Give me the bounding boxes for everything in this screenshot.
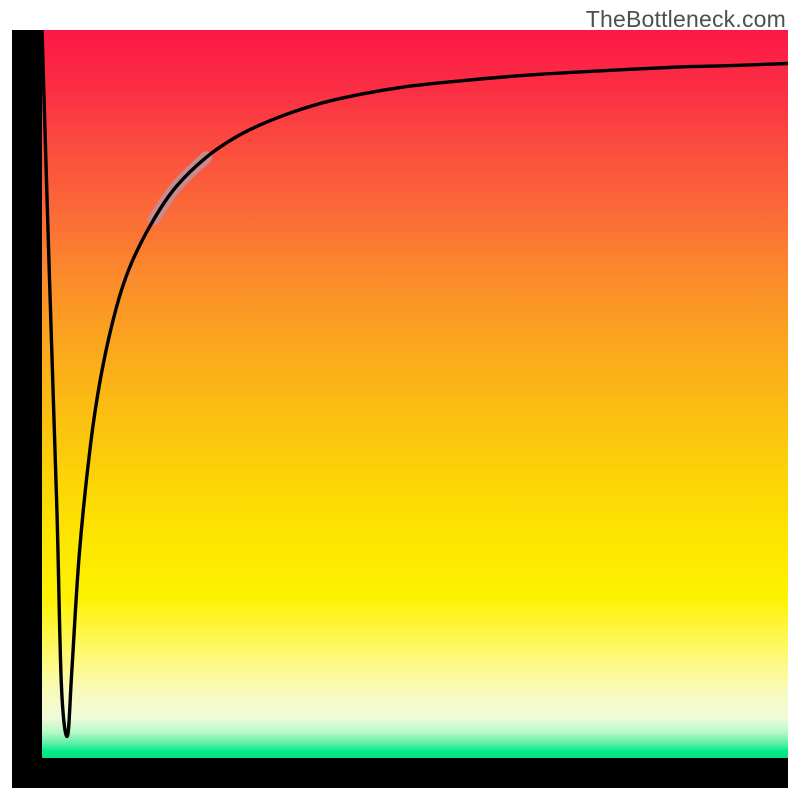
watermark-text: TheBottleneck.com <box>586 6 786 33</box>
highlight-segment <box>154 157 206 219</box>
plot-area <box>42 30 788 758</box>
curve-layer <box>42 30 788 758</box>
chart-container: TheBottleneck.com <box>0 0 800 800</box>
bottleneck-curve <box>42 30 788 736</box>
plot-frame <box>12 30 788 788</box>
